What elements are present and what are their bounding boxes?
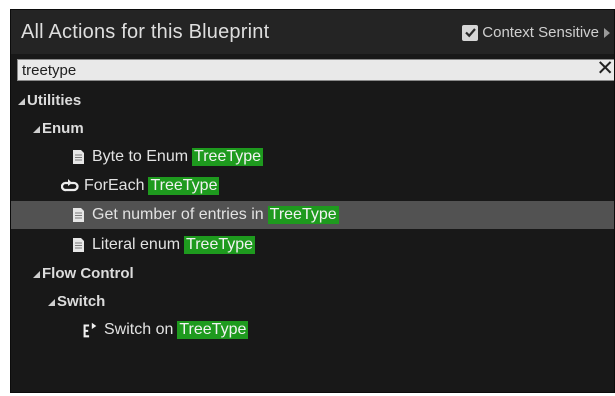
loop-arrow-icon xyxy=(61,177,79,195)
category-flow-control[interactable]: Flow Control xyxy=(11,259,614,287)
action-item-foreach[interactable]: ForEach TreeType xyxy=(11,172,614,200)
switch-exec-icon xyxy=(81,321,99,339)
action-item-literal-enum[interactable]: Literal enum TreeType xyxy=(11,231,614,259)
action-label: Switch on xyxy=(104,321,174,338)
category-label: Flow Control xyxy=(42,264,134,282)
expand-triangle-icon[interactable] xyxy=(33,125,40,133)
action-menu-panel: All Actions for this Blueprint Context S… xyxy=(10,9,615,393)
category-switch[interactable]: Switch xyxy=(11,287,614,315)
search-match-highlight: TreeType xyxy=(148,177,220,195)
context-sensitive-checkbox[interactable] xyxy=(462,24,479,41)
action-label: Get number of entries in xyxy=(92,206,264,223)
expand-triangle-icon[interactable] xyxy=(18,97,25,105)
search-match-highlight: TreeType xyxy=(177,321,249,339)
category-label: Enum xyxy=(42,119,84,137)
action-label: ForEach xyxy=(84,177,145,194)
search-input[interactable] xyxy=(18,60,578,80)
search-match-highlight: TreeType xyxy=(267,206,339,224)
action-label: Byte to Enum xyxy=(92,148,189,165)
action-item-switch-on[interactable]: Switch on TreeType xyxy=(11,316,614,344)
search-box: ✕ xyxy=(17,57,614,81)
action-item-byte-to-enum[interactable]: Byte to Enum TreeType xyxy=(11,143,614,171)
checkmark-icon xyxy=(464,28,476,38)
action-label: Literal enum xyxy=(92,236,181,253)
action-menu-header: All Actions for this Blueprint Context S… xyxy=(11,10,614,54)
function-book-icon xyxy=(69,206,87,224)
expand-triangle-icon[interactable] xyxy=(33,270,40,278)
expand-triangle-icon[interactable] xyxy=(48,298,55,306)
close-x-icon[interactable]: ✕ xyxy=(596,57,614,81)
category-utilities[interactable]: Utilities xyxy=(11,86,614,114)
action-menu-title: All Actions for this Blueprint xyxy=(21,21,270,43)
function-book-icon xyxy=(69,236,87,254)
search-match-highlight: TreeType xyxy=(184,236,256,254)
triangle-right-icon[interactable] xyxy=(604,27,610,38)
category-label: Switch xyxy=(57,292,106,310)
category-enum[interactable]: Enum xyxy=(11,114,614,142)
context-sensitive-toggle[interactable]: Context Sensitive xyxy=(462,24,610,41)
action-item-get-number-of-entries[interactable]: Get number of entries in TreeType xyxy=(11,201,614,229)
category-label: Utilities xyxy=(27,91,82,109)
function-book-icon xyxy=(69,148,87,166)
search-match-highlight: TreeType xyxy=(192,148,264,166)
context-sensitive-label: Context Sensitive xyxy=(482,24,599,41)
